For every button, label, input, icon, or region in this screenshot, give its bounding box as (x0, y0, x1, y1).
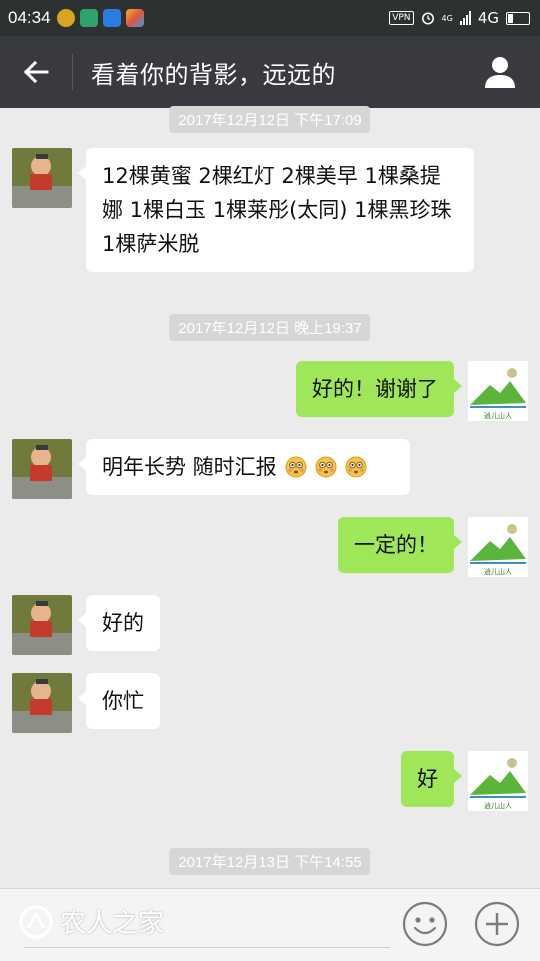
flushed-emoji-icon (345, 456, 367, 478)
message-text: 好 (417, 767, 438, 791)
battery-icon (506, 11, 530, 25)
message-bubble-incoming[interactable]: 明年长势 随时汇报 (78, 439, 410, 495)
network-small-label: 4G (441, 13, 453, 23)
message-bubble-outgoing[interactable]: 好的！谢谢了 (296, 361, 462, 417)
status-indicators: VPN 4G 4G (389, 0, 530, 36)
timestamp: 2017年12月12日 下午17:09 (169, 106, 371, 133)
my-avatar[interactable]: 逍儿山人 (468, 517, 528, 577)
timestamp: 2017年12月13日 下午14:55 (169, 848, 371, 875)
message-bubble-incoming[interactable]: 好的 (78, 595, 160, 651)
notification-icons (56, 9, 144, 27)
flushed-emoji-icon (315, 456, 337, 478)
avatar-caption: 逍儿山人 (484, 801, 512, 810)
vpn-badge: VPN (389, 11, 414, 25)
signal-icon (459, 11, 471, 25)
avatar-caption: 逍儿山人 (484, 411, 512, 420)
alarm-icon (421, 12, 434, 25)
arrow-left-icon (23, 60, 49, 84)
smiley-face-icon[interactable] (402, 901, 448, 947)
watermark: 农人之家 (18, 903, 164, 940)
message-bubble-incoming[interactable]: 12棵黄蜜 2棵红灯 2棵美早 1棵桑提娜 1棵白玉 1棵莱彤(太同) 1棵黑珍… (78, 148, 474, 272)
message-text: 好的！谢谢了 (312, 377, 438, 401)
back-button[interactable] (0, 36, 72, 108)
message-bubble-outgoing[interactable]: 一定的！ (338, 517, 462, 573)
network-label: 4G (477, 9, 499, 27)
chat-header: 看着你的背影，远远的 (0, 36, 540, 108)
message-text: 你忙 (102, 689, 144, 713)
message-bubble-outgoing[interactable]: 好 (401, 751, 462, 807)
status-time: 04:34 (8, 8, 51, 27)
chat-title: 看着你的背影，远远的 (91, 60, 336, 89)
contact-avatar[interactable] (12, 595, 72, 655)
shield-notification-icon (102, 9, 121, 27)
plus-circle-icon[interactable] (474, 901, 520, 947)
header-divider (72, 54, 73, 90)
flushed-emoji-icon (285, 456, 307, 478)
input-bar: 农人之家 (0, 888, 540, 961)
message-input[interactable] (24, 947, 390, 948)
message-bubble-incoming[interactable]: 你忙 (78, 673, 160, 729)
contact-avatar[interactable] (12, 673, 72, 733)
contact-avatar[interactable] (12, 439, 72, 499)
my-avatar[interactable]: 逍儿山人 (468, 751, 528, 811)
watermark-text: 农人之家 (60, 909, 165, 939)
scanner-notification-icon (79, 9, 98, 27)
photo-notification-icon (125, 9, 144, 27)
watermark-logo-icon (19, 905, 53, 938)
message-list[interactable]: 2017年12月12日 下午17:09 12棵黄蜜 2棵红灯 2棵美早 1棵桑提… (0, 106, 540, 888)
timestamp: 2017年12月12日 晚上19:37 (169, 314, 371, 341)
my-avatar[interactable]: 逍儿山人 (468, 361, 528, 421)
message-text: 明年长势 随时汇报 (102, 455, 277, 479)
app-notification-icon (56, 9, 75, 27)
message-text: 好的 (102, 611, 144, 635)
message-text: 一定的！ (354, 533, 438, 557)
avatar-caption: 逍儿山人 (484, 567, 512, 576)
person-icon[interactable] (482, 54, 518, 90)
contact-avatar[interactable] (12, 148, 72, 208)
message-text: 12棵黄蜜 2棵红灯 2棵美早 1棵桑提娜 1棵白玉 1棵莱彤(太同) 1棵黑珍… (102, 164, 452, 256)
status-bar: 04:34 VPN 4G 4G (0, 0, 540, 36)
